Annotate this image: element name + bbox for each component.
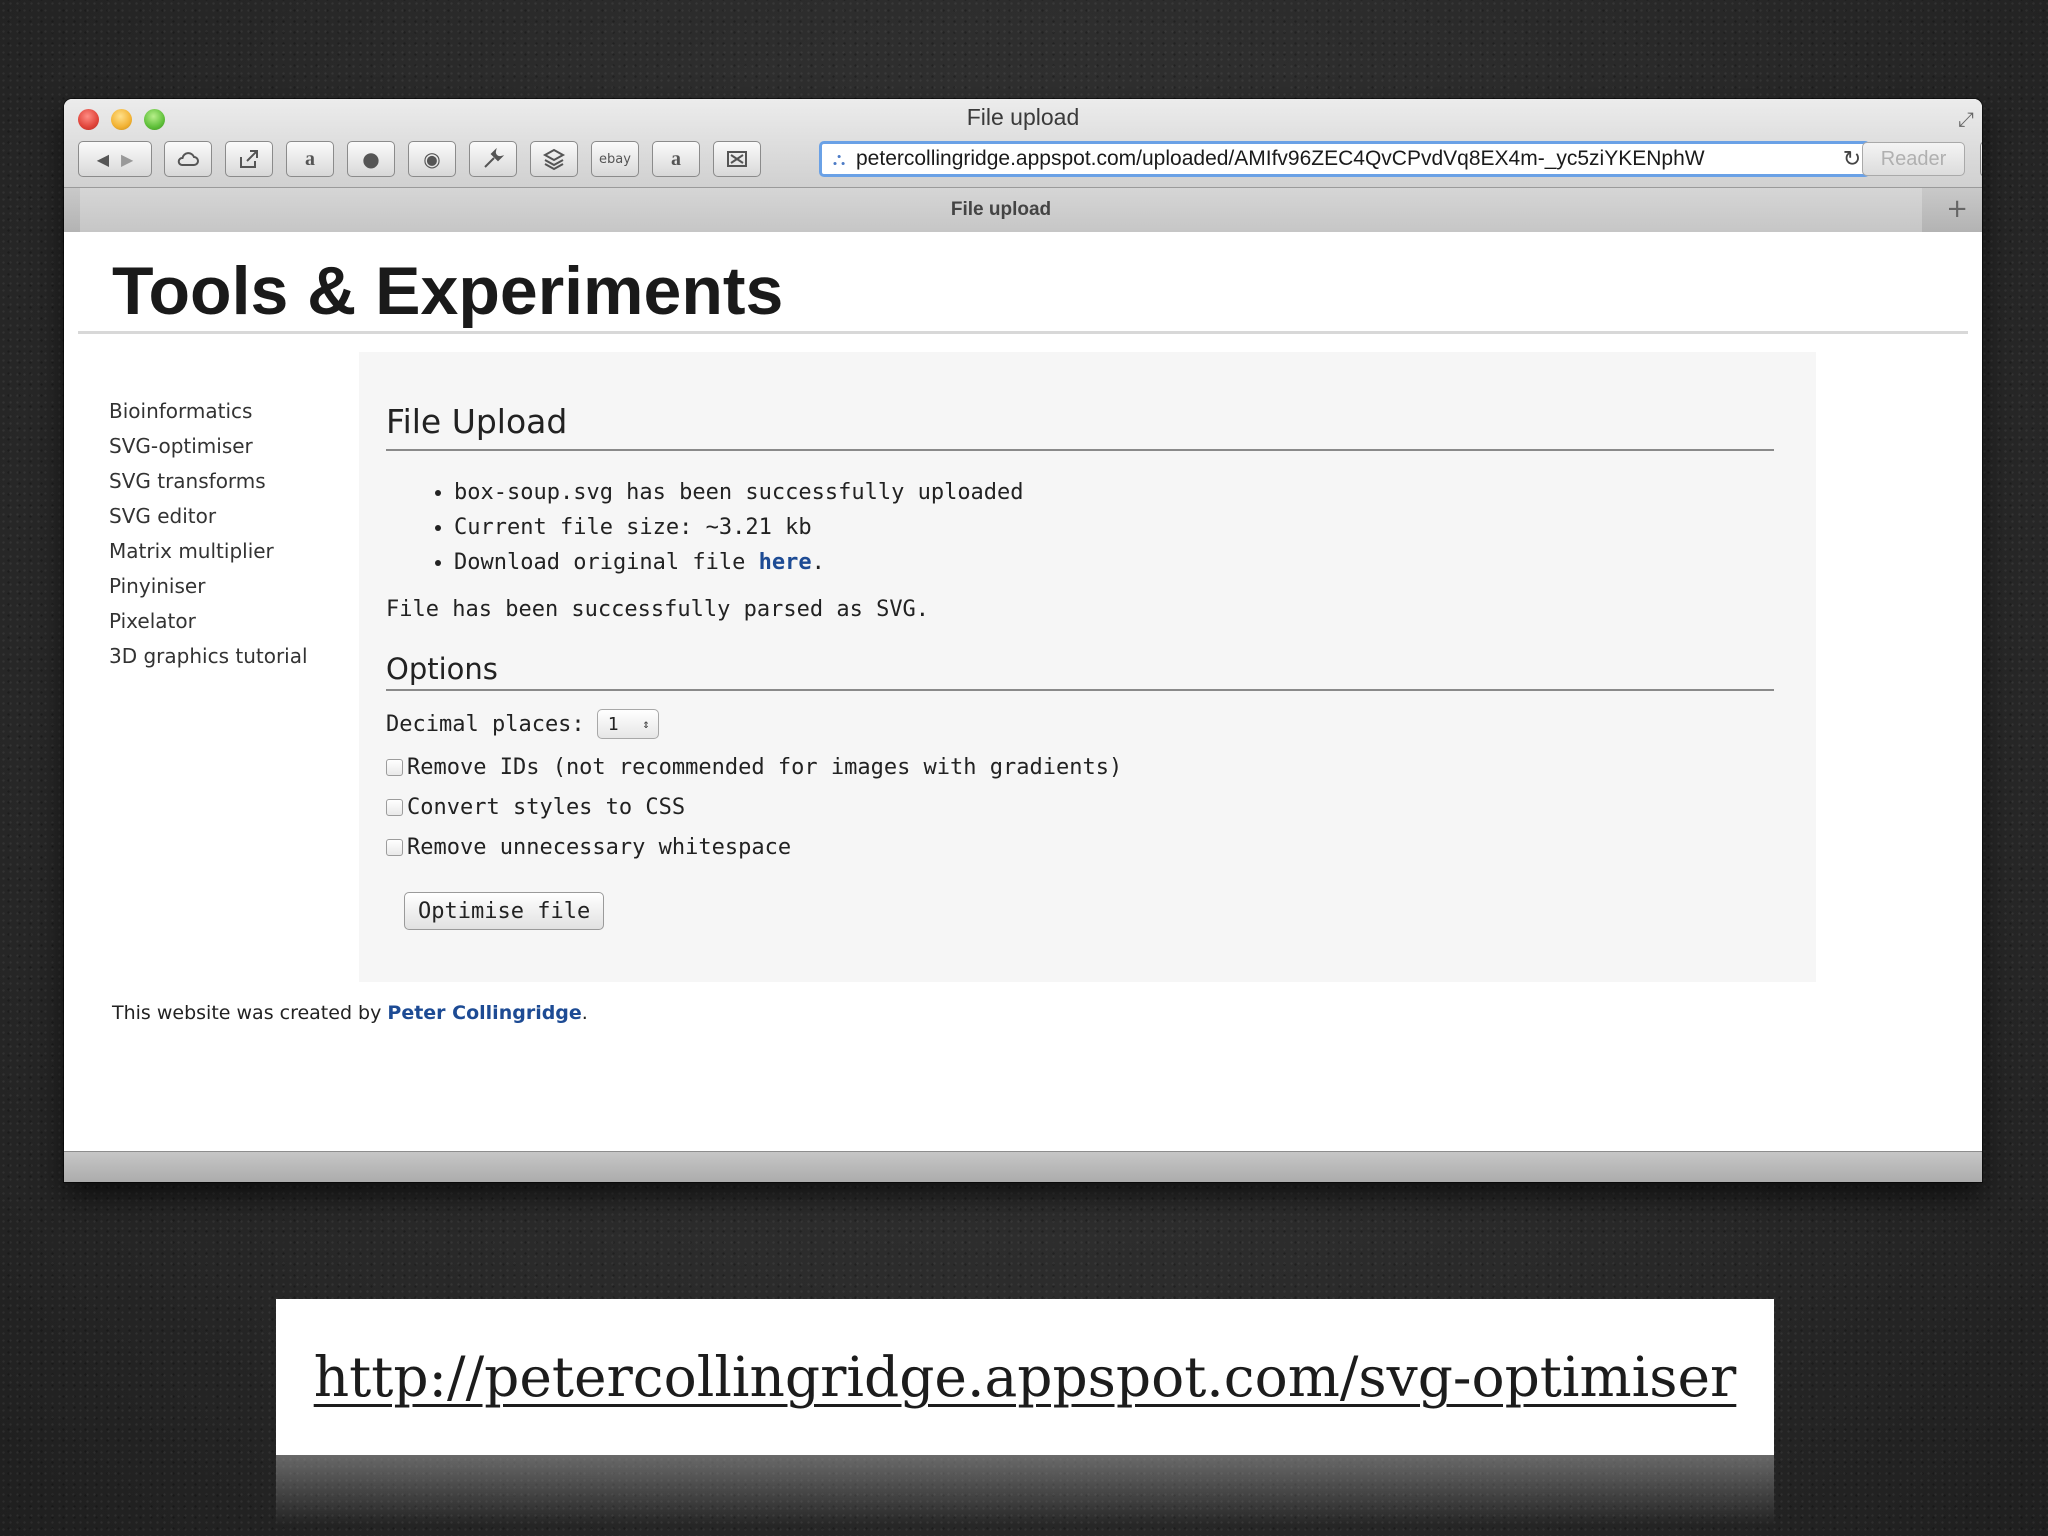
title-bar: File upload ⤢ ◀ ▶ a ● ◉ ebay a ⛬ peterco…: [64, 99, 1982, 232]
side-nav: Bioinformatics SVG-optimiser SVG transfo…: [109, 394, 308, 674]
ebay-button[interactable]: ebay: [591, 141, 639, 177]
nav-link-svg-transforms[interactable]: SVG transforms: [109, 464, 308, 499]
ebay-icon: ebay: [599, 151, 631, 167]
nav-link-svg-optimiser[interactable]: SVG-optimiser: [109, 429, 308, 464]
share-button[interactable]: [225, 141, 273, 177]
nav-link-matrix-multiplier[interactable]: Matrix multiplier: [109, 534, 308, 569]
clip-icon: [727, 151, 747, 167]
layers-icon: [542, 148, 566, 171]
svg-optimiser-url-link[interactable]: http://petercollingridge.appspot.com/svg…: [314, 1345, 1737, 1409]
caption-box: http://petercollingridge.appspot.com/svg…: [276, 1299, 1774, 1455]
nav-link-3d-graphics-tutorial[interactable]: 3D graphics tutorial: [109, 639, 308, 674]
toolbar: ◀ ▶ a ● ◉ ebay a ⛬ petercollingridge.app…: [78, 141, 1982, 181]
new-tab-button[interactable]: +: [1946, 194, 1968, 224]
options-divider: [386, 689, 1774, 691]
tools-button[interactable]: [469, 141, 517, 177]
parsed-message: File has been successfully parsed as SVG…: [386, 597, 930, 622]
remove-whitespace-row: Remove unnecessary whitespace: [386, 835, 791, 860]
site-favicon-icon: ⛬: [832, 148, 846, 169]
download-suffix: .: [811, 550, 825, 575]
fullscreen-icon[interactable]: ⤢: [1958, 107, 1974, 131]
download-original-link[interactable]: here: [759, 550, 812, 575]
list-item: Current file size: ~3.21 kb: [454, 510, 1024, 545]
list-item: Download original file here.: [454, 545, 1024, 580]
site-title: Tools & Experiments: [112, 253, 784, 329]
options-heading: Options: [386, 652, 498, 686]
forward-icon[interactable]: ▶: [121, 150, 133, 169]
remove-ids-checkbox[interactable]: [386, 759, 403, 776]
wrench-icon: [484, 147, 505, 168]
bookmarklet-icon: ◉: [423, 147, 441, 171]
window-title: File upload: [966, 104, 1080, 130]
status-bar: [64, 1151, 1982, 1182]
remove-whitespace-checkbox[interactable]: [386, 839, 403, 856]
decimal-places-select[interactable]: 1 ⇕: [596, 709, 659, 739]
nav-link-pinyiniser[interactable]: Pinyiniser: [109, 569, 308, 604]
caption-reflection: [276, 1455, 1774, 1525]
nav-link-pixelator[interactable]: Pixelator: [109, 604, 308, 639]
back-forward-button[interactable]: ◀ ▶: [78, 141, 152, 177]
title-divider: [78, 331, 1968, 334]
share-icon: [240, 150, 258, 168]
nav-link-svg-editor[interactable]: SVG editor: [109, 499, 308, 534]
convert-styles-row: Convert styles to CSS: [386, 795, 685, 820]
icloud-button[interactable]: [164, 141, 212, 177]
decimal-places-value: 1: [607, 713, 619, 735]
footer: This website was created by Peter Collin…: [112, 1002, 588, 1024]
upload-status-list: box-soup.svg has been successfully uploa…: [412, 475, 1024, 580]
remove-ids-label: Remove IDs (not recommended for images w…: [407, 755, 1123, 780]
optimise-file-button[interactable]: Optimise file: [404, 892, 605, 930]
back-icon[interactable]: ◀: [97, 150, 109, 169]
browser-window: File upload ⤢ ◀ ▶ a ● ◉ ebay a ⛬ peterco…: [64, 99, 1982, 1182]
amazon-icon: a: [305, 147, 315, 170]
convert-styles-label: Convert styles to CSS: [407, 795, 686, 820]
bookmarklet-button-2[interactable]: ◉: [408, 141, 456, 177]
nav-link-bioinformatics[interactable]: Bioinformatics: [109, 394, 308, 429]
amazon-button-2[interactable]: a: [652, 141, 700, 177]
main-panel: File Upload box-soup.svg has been succes…: [359, 352, 1816, 982]
list-item: box-soup.svg has been successfully uploa…: [454, 475, 1024, 510]
file-upload-heading: File Upload: [386, 402, 568, 441]
bookmarklet-icon: ●: [362, 147, 380, 171]
decimal-places-row: Decimal places: 1 ⇕: [386, 709, 659, 739]
decimal-places-label: Decimal places:: [386, 711, 585, 737]
layers-button[interactable]: [530, 141, 578, 177]
web-page: Tools & Experiments Bioinformatics SVG-o…: [64, 232, 1982, 1152]
footer-text: This website was created by: [112, 1002, 388, 1024]
download-text: Download original file: [454, 550, 759, 575]
downloads-button[interactable]: ●: [1980, 141, 1982, 177]
amazon-bookmark-button[interactable]: a: [286, 141, 334, 177]
convert-styles-checkbox[interactable]: [386, 799, 403, 816]
file-upload-divider: [386, 449, 1774, 451]
select-arrows-icon: ⇕: [642, 717, 650, 731]
url-text[interactable]: petercollingridge.appspot.com/uploaded/A…: [856, 147, 1837, 171]
reader-button[interactable]: Reader: [1862, 142, 1965, 176]
remove-ids-row: Remove IDs (not recommended for images w…: [386, 755, 1122, 780]
tab-file-upload[interactable]: File upload: [80, 188, 1922, 232]
bookmarklet-button-1[interactable]: ●: [347, 141, 395, 177]
icloud-icon: [177, 152, 199, 166]
author-link[interactable]: Peter Collingridge: [387, 1002, 581, 1024]
clip-button[interactable]: [713, 141, 761, 177]
remove-whitespace-label: Remove unnecessary whitespace: [407, 835, 792, 860]
amazon-icon: a: [671, 147, 681, 170]
address-bar[interactable]: ⛬ petercollingridge.appspot.com/uploaded…: [819, 141, 1870, 177]
footer-suffix: .: [581, 1002, 588, 1024]
tab-bar: File upload +: [64, 187, 1982, 232]
